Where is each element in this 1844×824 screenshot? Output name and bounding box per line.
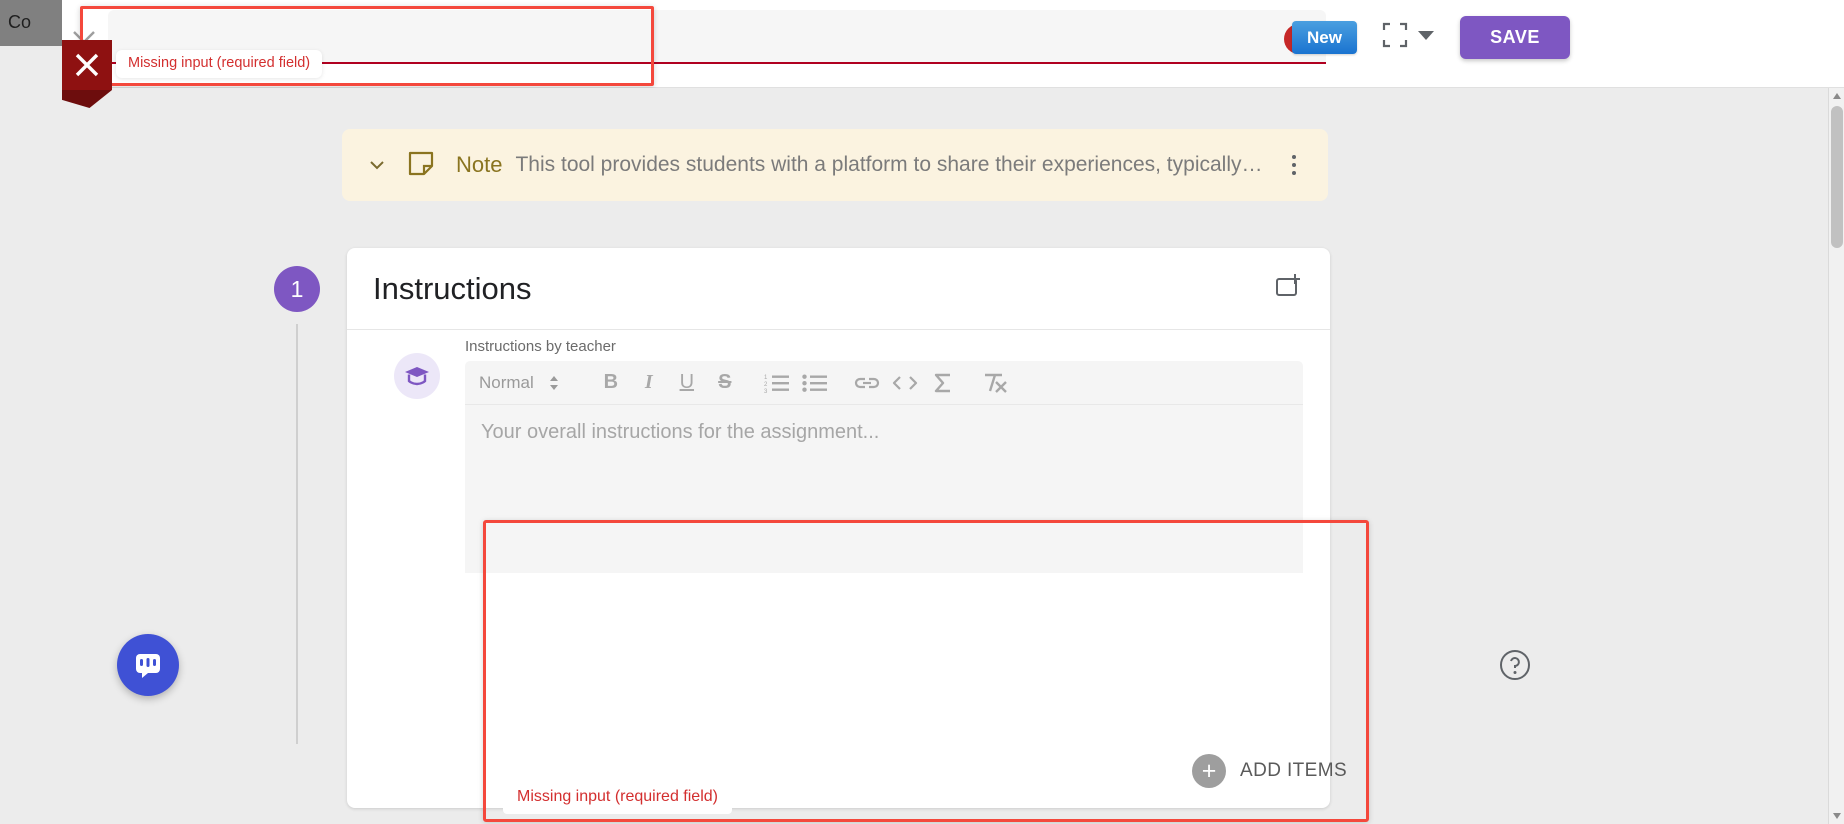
- chat-bubble-icon: [136, 654, 160, 678]
- svg-text:3: 3: [764, 389, 768, 393]
- scroll-down-button[interactable]: [1829, 808, 1844, 824]
- scrollbar-thumb[interactable]: [1831, 106, 1843, 248]
- new-button[interactable]: New: [1292, 21, 1357, 54]
- help-button[interactable]: [1498, 648, 1532, 682]
- fullscreen-dropdown-group[interactable]: [1382, 22, 1434, 48]
- strikethrough-label: S: [718, 371, 732, 393]
- instructions-card-header: Instructions: [347, 248, 1330, 330]
- scroll-down-arrow: [1833, 813, 1841, 819]
- underline-label: U: [679, 371, 695, 393]
- title-validation-message: Missing input (required field): [116, 50, 323, 78]
- chevron-down-icon[interactable]: [1418, 30, 1434, 40]
- top-toolbar: ! New SAVE Missing input (required field…: [62, 0, 1844, 88]
- note-icon: [408, 151, 434, 175]
- chevron-down-icon: [370, 161, 384, 170]
- code-button[interactable]: [886, 366, 924, 400]
- rich-text-editor: Normal B I U S 1 2 3 Your overall instru…: [465, 361, 1303, 573]
- add-items-label: ADD ITEMS: [1240, 760, 1348, 781]
- add-items-button[interactable]: + ADD ITEMS: [1192, 754, 1347, 788]
- graduation-cap-icon: [405, 367, 429, 386]
- link-button[interactable]: [848, 366, 886, 400]
- kebab-dot: [1292, 155, 1296, 159]
- clear-formatting-button[interactable]: [976, 366, 1014, 400]
- italic-label: I: [644, 371, 653, 393]
- ordered-list-icon: 1 2 3: [764, 375, 789, 393]
- step-number-badge: 1: [274, 266, 320, 312]
- background-window: Co: [0, 0, 62, 824]
- page-title: Instructions: [373, 270, 532, 306]
- kebab-dot: [1292, 171, 1296, 175]
- app-root: Co ! New: [0, 0, 1844, 824]
- teacher-avatar: [394, 353, 440, 399]
- bullet-list-button[interactable]: [796, 366, 834, 400]
- scroll-up-arrow: [1833, 93, 1841, 99]
- instructions-card-body: Instructions by teacher Normal B I U S 1…: [347, 330, 1369, 822]
- underline-button[interactable]: U: [668, 366, 706, 400]
- clear-formatting-icon: [984, 373, 1007, 393]
- svg-text:1: 1: [764, 375, 768, 381]
- add-to-card-button[interactable]: [1274, 271, 1304, 306]
- text-style-dropdown[interactable]: Normal: [479, 373, 578, 393]
- vertical-scrollbar[interactable]: [1828, 88, 1844, 824]
- add-to-card-icon: [1276, 274, 1300, 296]
- note-text: This tool provides students with a platf…: [515, 153, 1263, 176]
- ordered-list-button[interactable]: 1 2 3: [758, 366, 796, 400]
- note-sticky-icon[interactable]: [408, 150, 434, 181]
- instructions-text-area[interactable]: Your overall instructions for the assign…: [465, 405, 1303, 573]
- instructions-editor-label: Instructions by teacher: [465, 338, 616, 355]
- editor-toolbar: Normal B I U S 1 2 3: [465, 361, 1303, 405]
- instructions-card: Instructions Instructions by teacher Nor…: [347, 248, 1369, 822]
- note-collapse-toggle[interactable]: [360, 148, 394, 182]
- bold-label: B: [603, 371, 619, 393]
- formula-button[interactable]: [924, 366, 962, 400]
- plus-circle-icon: +: [1192, 754, 1226, 788]
- strikethrough-button[interactable]: S: [706, 366, 744, 400]
- updown-selector-icon: [549, 375, 558, 390]
- intercom-chat-launcher[interactable]: [117, 634, 179, 696]
- dialog-content: Note This tool provides students with a …: [62, 88, 1826, 824]
- instructions-placeholder: Your overall instructions for the assign…: [481, 421, 880, 443]
- background-window-title: Co: [8, 12, 32, 32]
- step-connector-rail: [296, 324, 298, 744]
- note-banner: Note This tool provides students with a …: [342, 129, 1328, 201]
- save-button[interactable]: SAVE: [1460, 16, 1570, 59]
- code-icon: [892, 375, 917, 390]
- bold-button[interactable]: B: [592, 366, 630, 400]
- note-label: Note: [456, 152, 503, 177]
- editor-validation-message: Missing input (required field): [503, 782, 732, 814]
- note-menu-button[interactable]: [1278, 149, 1310, 181]
- fullscreen-icon[interactable]: [1382, 22, 1408, 48]
- italic-button[interactable]: I: [630, 366, 668, 400]
- kebab-dot: [1292, 163, 1296, 167]
- help-circle-icon: [1500, 650, 1530, 680]
- formula-sigma-icon: [934, 373, 950, 392]
- bullet-list-icon: [802, 374, 827, 392]
- close-icon: [75, 53, 99, 77]
- text-style-value: Normal: [479, 372, 534, 392]
- overlay-close-badge[interactable]: [62, 40, 112, 90]
- assignment-editor-dialog: ! New SAVE Missing input (required field…: [62, 0, 1844, 824]
- svg-text:2: 2: [764, 382, 768, 388]
- link-icon: [854, 377, 879, 388]
- scroll-up-button[interactable]: [1829, 88, 1844, 104]
- instructions-editor: Instructions by teacher Normal B I U S 1…: [465, 338, 1303, 573]
